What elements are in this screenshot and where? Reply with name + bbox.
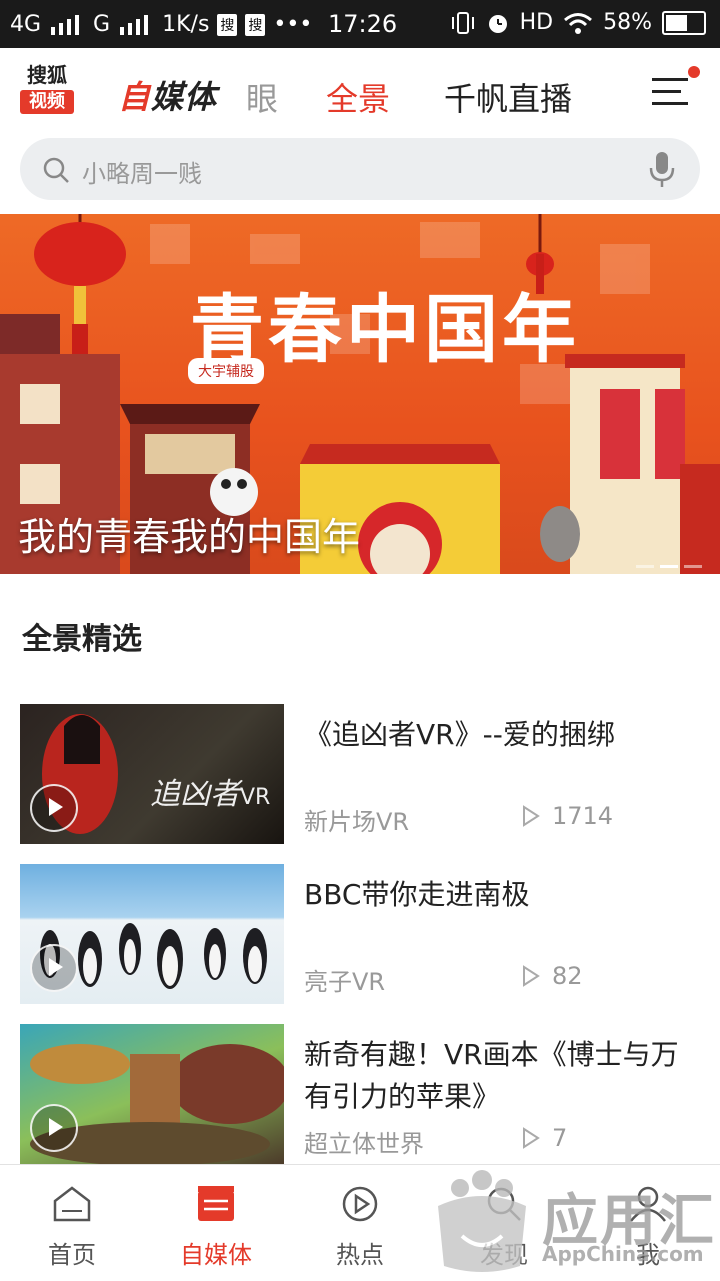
carousel-dot: [660, 565, 678, 568]
video-thumbnail: [20, 864, 284, 1004]
view-count: 7: [522, 1124, 567, 1152]
svg-text:VR: VR: [240, 785, 270, 810]
watermark-url: AppChina.com: [542, 1242, 704, 1266]
battery-percent: 58%: [603, 10, 652, 35]
list-item[interactable]: 新奇有趣！VR画本《博士与万有引力的苹果》 超立体世界 7: [20, 1024, 700, 1164]
view-count: 82: [522, 962, 583, 990]
panorama-picks-section: 全景精选 追凶者 VR 《追凶者VR》--爱的捆绑 新片场VR 1714 BBC…: [0, 574, 720, 1164]
brand-text: 媒体: [151, 78, 218, 116]
play-icon: [30, 784, 78, 832]
clapper-icon: [198, 1186, 234, 1221]
nav-item-home[interactable]: 首页: [0, 1165, 144, 1281]
menu-button[interactable]: [652, 66, 700, 108]
video-thumbnail: [20, 1024, 284, 1164]
search-icon: [43, 157, 69, 183]
tab-self-media-brand[interactable]: 自媒体: [118, 72, 217, 118]
search-input[interactable]: 小略周一贱: [20, 138, 700, 200]
view-count-value: 82: [552, 962, 583, 990]
brand-accent: 自: [118, 78, 152, 116]
play-circle-icon: [342, 1186, 378, 1222]
view-count-value: 7: [552, 1124, 568, 1152]
hd-label: HD: [519, 10, 554, 35]
play-icon: [30, 944, 78, 992]
banner-title: 青春中国年: [190, 287, 580, 373]
notification-dot: [688, 66, 700, 78]
video-title: 《追凶者VR》--爱的捆绑: [304, 718, 615, 751]
search-bar-container: 小略周一贱: [0, 138, 720, 214]
video-source: 新片场VR: [304, 808, 410, 836]
top-header: 搜狐 视频 自媒体 眼 全景 千帆直播: [0, 48, 720, 138]
signal-icon: [120, 14, 149, 35]
tab-qianfan-live[interactable]: 千帆直播: [444, 74, 572, 120]
nav-item-hot[interactable]: 热点: [288, 1165, 432, 1281]
video-source: 亮子VR: [304, 968, 386, 996]
logo-text-bottom: 视频: [20, 90, 74, 114]
menu-icon-line: [652, 102, 688, 105]
section-title: 全景精选: [22, 622, 142, 657]
carousel-indicators: [636, 565, 702, 568]
video-source: 超立体世界: [304, 1130, 424, 1158]
menu-icon-line: [652, 90, 681, 93]
alarm-icon: [488, 14, 507, 33]
video-title: 新奇有趣！VR画本《博士与万有引力的苹果》: [304, 1038, 679, 1113]
view-count-value: 1714: [552, 802, 614, 830]
video-thumbnail: 追凶者 VR: [20, 704, 284, 844]
sohu-video-logo[interactable]: 搜狐 视频: [20, 64, 74, 118]
search-placeholder: 小略周一贱: [82, 160, 202, 188]
watermark-logo: [438, 1170, 526, 1272]
app-notification-badge: 搜: [245, 13, 266, 36]
tab-panorama[interactable]: 全景: [326, 74, 390, 120]
network-label-4g: 4G: [10, 12, 42, 37]
nav-item-self-media[interactable]: 自媒体: [144, 1165, 288, 1281]
more-notifications-icon: •••: [273, 12, 313, 37]
banner-caption: 我的青春我的中国年: [18, 515, 361, 559]
microphone-icon[interactable]: [648, 152, 676, 188]
play-icon: [30, 1104, 78, 1152]
svg-text:追凶者: 追凶者: [150, 777, 243, 812]
view-count: 1714: [522, 802, 613, 830]
nav-label: 自媒体: [180, 1241, 252, 1269]
home-icon: [53, 1186, 91, 1222]
clock: 17:26: [328, 10, 398, 38]
app-notification-badge: 搜: [217, 13, 238, 36]
network-speed: 1K/s: [162, 12, 210, 37]
play-count-icon: [523, 965, 540, 987]
carousel-dot: [684, 565, 702, 568]
nav-label: 首页: [48, 1241, 96, 1269]
signal-icon: [51, 14, 80, 35]
network-label-g: G: [93, 12, 111, 37]
logo-text-top: 搜狐: [27, 63, 67, 87]
menu-icon-line: [652, 78, 688, 81]
battery-icon: [662, 10, 706, 35]
video-title: BBC带你走进南极: [304, 878, 530, 911]
play-count-icon: [523, 1127, 540, 1149]
tab-partial[interactable]: 眼: [246, 74, 278, 120]
appchina-watermark: 应用汇 AppChina.com: [430, 1166, 720, 1280]
wifi-icon: [564, 12, 593, 34]
status-bar: 4G G 1K/s 搜 搜 ••• 17:26 HD 58%: [0, 0, 720, 48]
carousel-dot: [636, 565, 654, 568]
list-item[interactable]: BBC带你走进南极 亮子VR 82: [20, 864, 700, 1004]
nav-label: 热点: [336, 1241, 384, 1269]
vibrate-icon: [451, 11, 474, 34]
list-item[interactable]: 追凶者 VR 《追凶者VR》--爱的捆绑 新片场VR 1714: [20, 704, 700, 844]
play-count-icon: [523, 805, 540, 827]
featured-banner[interactable]: 大宇辅股 青春中国年 我的青春我的中国年: [0, 214, 720, 574]
